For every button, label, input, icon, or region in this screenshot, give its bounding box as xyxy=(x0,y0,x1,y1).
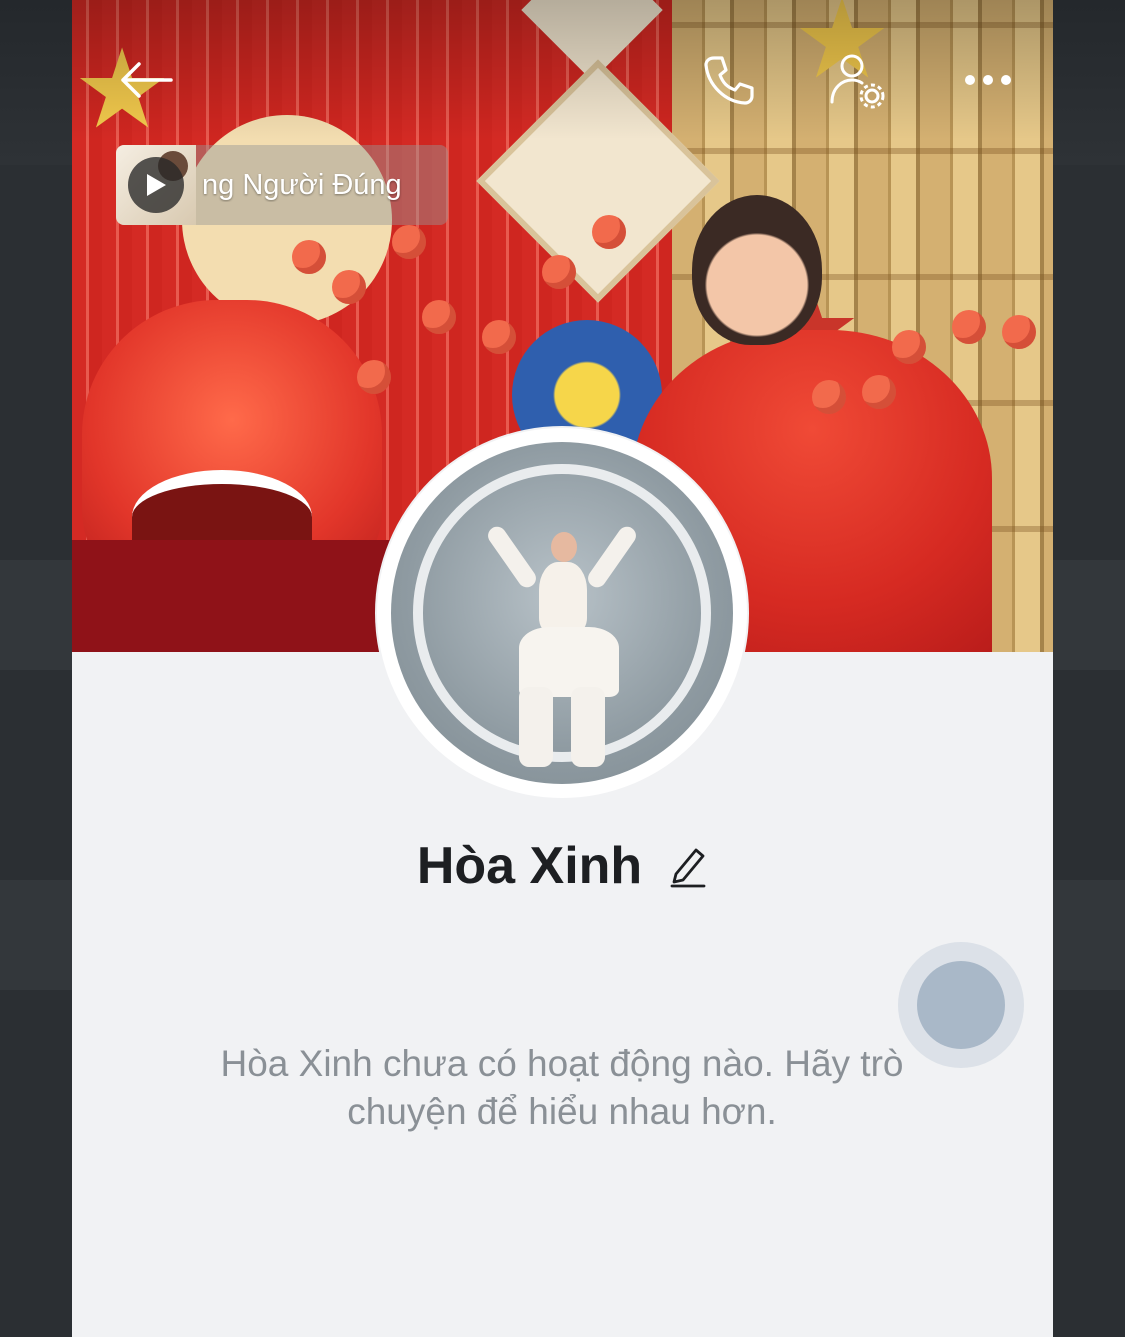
cover-person-head xyxy=(692,195,822,345)
phone-icon xyxy=(704,56,754,105)
back-button[interactable] xyxy=(110,44,182,116)
cover-fruit xyxy=(862,375,896,409)
avatar-figure-leg xyxy=(571,687,605,767)
cover-top-shade xyxy=(72,0,1053,140)
avatar-figure-head xyxy=(551,532,577,562)
profile-music-chip[interactable]: ng Người Đúng xyxy=(116,145,448,225)
more-options-button[interactable] xyxy=(952,44,1024,116)
edit-name-button[interactable] xyxy=(668,844,708,888)
music-title: ng Người Đúng xyxy=(202,168,402,201)
cover-fruit xyxy=(482,320,516,354)
pencil-icon xyxy=(670,848,706,888)
cover-fruit xyxy=(357,360,391,394)
cover-fruit xyxy=(592,215,626,249)
profile-name: Hòa Xinh xyxy=(416,837,643,895)
floating-chat-bubble[interactable] xyxy=(898,942,1024,1068)
avatar-figure-top xyxy=(539,562,587,632)
profile-settings-button[interactable] xyxy=(822,44,894,116)
name-row: Hòa Xinh xyxy=(72,836,1053,896)
avatar-image xyxy=(391,442,733,784)
cover-fruit xyxy=(812,380,846,414)
cover-fruit xyxy=(422,300,456,334)
user-gear-icon xyxy=(830,54,885,109)
cover-fruit xyxy=(952,310,986,344)
cover-fruit xyxy=(392,225,426,259)
cover-fruit xyxy=(892,330,926,364)
arrow-left-icon xyxy=(121,62,173,98)
play-icon xyxy=(147,174,166,196)
empty-activity-message: Hòa Xinh chưa có hoạt động nào. Hãy trò … xyxy=(220,1043,904,1132)
cover-fruit xyxy=(1002,315,1036,349)
profile-screen: ★ ★ ★ xyxy=(72,0,1053,1337)
floating-chat-bubble-core xyxy=(917,961,1005,1049)
cover-fruit xyxy=(292,240,326,274)
avatar-figure-leg xyxy=(519,687,553,767)
cover-fruit xyxy=(542,255,576,289)
call-button[interactable] xyxy=(692,44,764,116)
more-horizontal-icon xyxy=(965,75,1011,85)
music-thumbnail xyxy=(116,145,196,225)
avatar[interactable] xyxy=(377,428,747,798)
play-button[interactable] xyxy=(128,157,184,213)
cover-fruit xyxy=(332,270,366,304)
